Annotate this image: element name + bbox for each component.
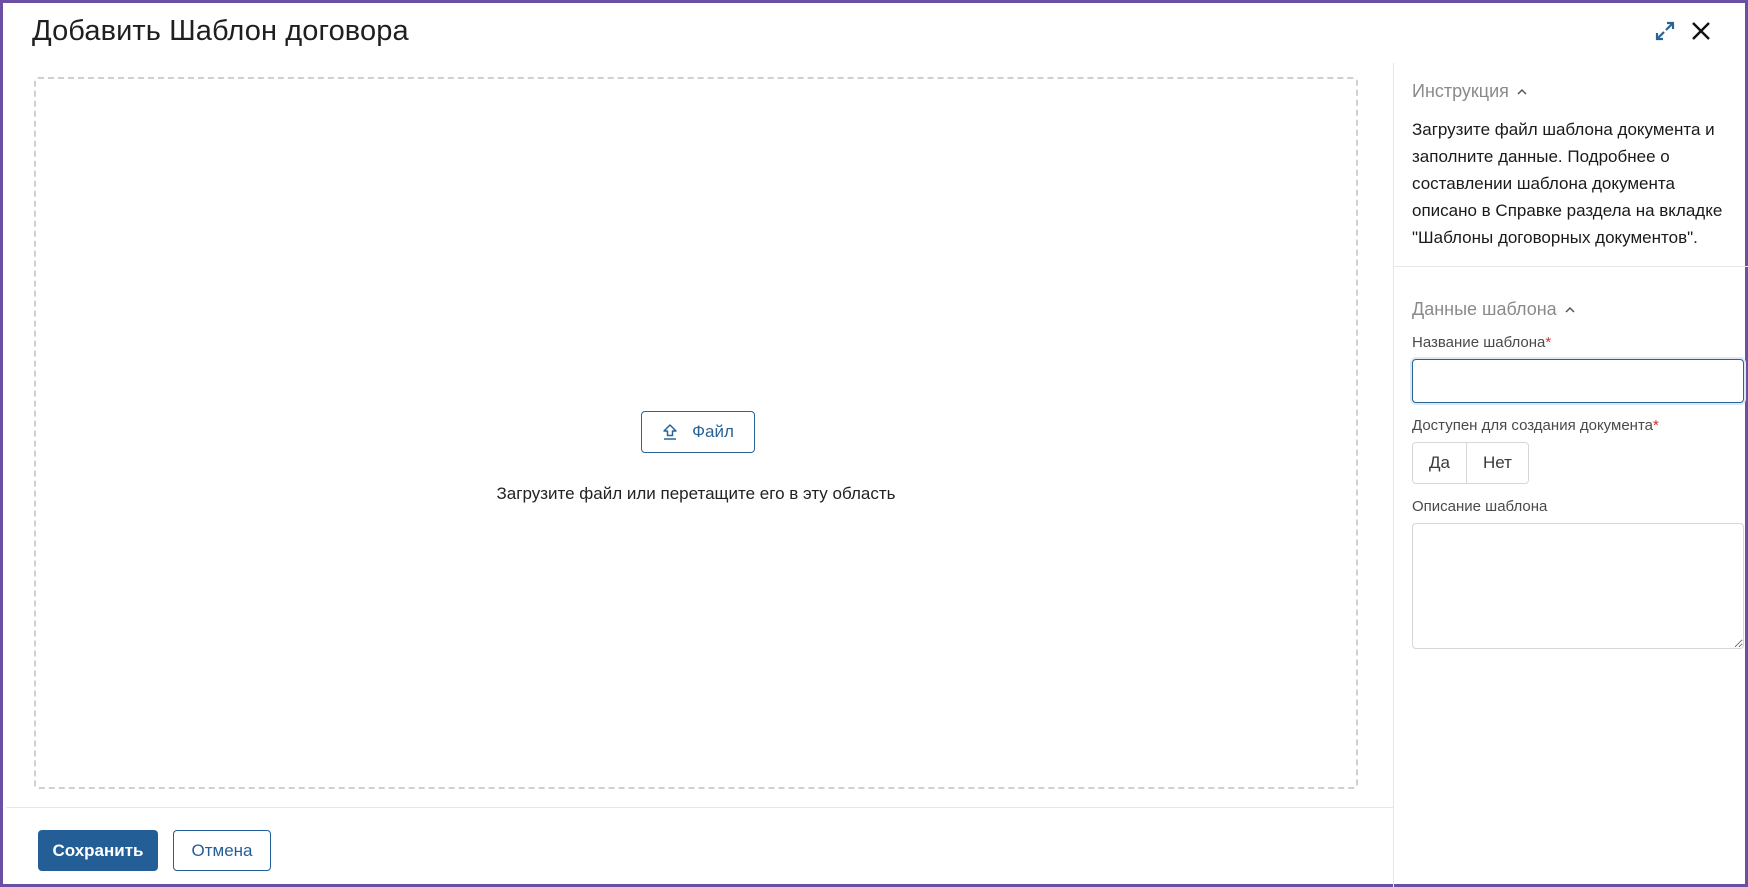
chevron-up-icon (1517, 88, 1527, 95)
option-no[interactable]: Нет (1465, 443, 1528, 483)
expand-button[interactable] (1651, 17, 1679, 45)
upload-file-button[interactable]: Файл (641, 411, 755, 453)
close-icon (1692, 22, 1710, 40)
dialog-footer: Сохранить Отмена (6, 807, 1393, 887)
file-dropzone[interactable]: Файл Загрузите файл или перетащите его в… (34, 77, 1358, 789)
instruction-title: Инструкция (1412, 81, 1509, 101)
dialog-window: Добавить Шаблон договора Файл Загрузите … (0, 0, 1748, 887)
template-description-input[interactable] (1412, 523, 1744, 649)
instruction-text: Загрузите файл шаблона документа и запол… (1412, 120, 1723, 247)
template-data-title: Данные шаблона (1412, 299, 1557, 319)
divider (1394, 266, 1748, 267)
template-name-input[interactable] (1412, 359, 1744, 403)
required-mark: * (1653, 417, 1659, 434)
dialog-header: Добавить Шаблон договора (3, 3, 1745, 63)
template-data-toggle[interactable]: Данные шаблона (1412, 299, 1575, 320)
option-yes[interactable]: Да (1413, 443, 1466, 483)
side-panel: Инструкция Загрузите файл шаблона докуме… (1393, 63, 1748, 887)
dialog-title: Добавить Шаблон договора (32, 15, 409, 47)
available-label: Доступен для создания документа* (1412, 417, 1659, 434)
available-toggle: Да Нет (1412, 442, 1529, 484)
close-button[interactable] (1687, 17, 1715, 45)
expand-icon (1655, 21, 1675, 41)
upload-file-label: Файл (692, 422, 734, 441)
template-description-label: Описание шаблона (1412, 498, 1548, 515)
template-data-section: Данные шаблона Название шаблона* Доступе… (1412, 299, 1744, 649)
upload-icon (663, 424, 677, 440)
cancel-button[interactable]: Отмена (173, 830, 271, 871)
instruction-section: Инструкция Загрузите файл шаблона докуме… (1412, 81, 1737, 251)
chevron-up-icon (1565, 306, 1575, 313)
save-button[interactable]: Сохранить (38, 830, 158, 871)
template-name-label: Название шаблона* (1412, 334, 1552, 351)
upload-area: Файл Загрузите файл или перетащите его в… (3, 63, 1393, 807)
dropzone-hint: Загрузите файл или перетащите его в эту … (496, 484, 896, 503)
instruction-toggle[interactable]: Инструкция (1412, 81, 1527, 102)
required-mark: * (1545, 334, 1552, 351)
